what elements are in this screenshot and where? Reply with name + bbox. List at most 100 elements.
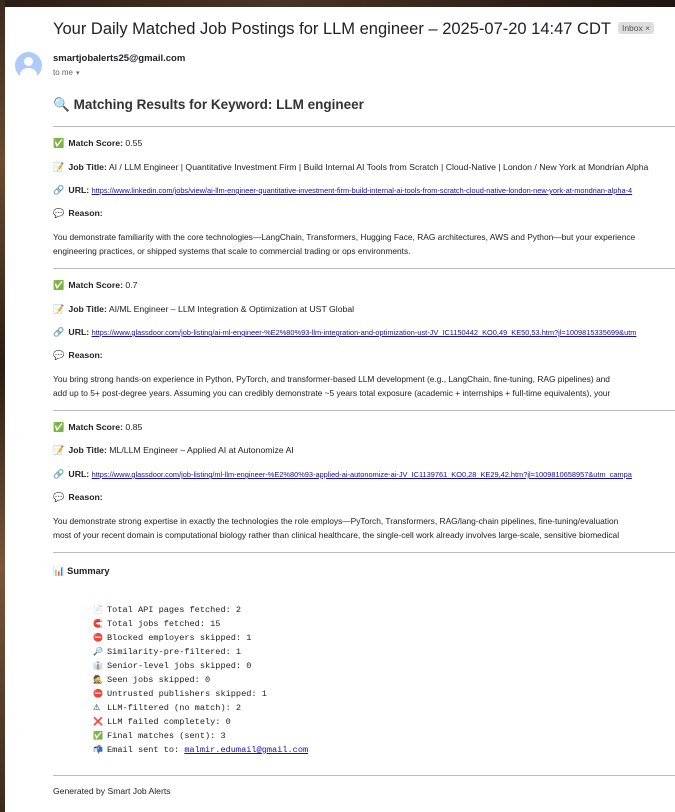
speech-bubble-icon: 💬 — [53, 350, 65, 360]
summary-item-text: Senior-level jobs skipped: 0 — [107, 661, 252, 671]
detective-icon: 🕵 — [93, 675, 103, 684]
reason-label: Reason: — [68, 208, 103, 218]
summary-item-text: LLM-filtered (no match): 2 — [107, 703, 242, 713]
job-url-link[interactable]: https://www.linkedin.com/jobs/view/ai-ll… — [92, 186, 633, 195]
reason-line: most of your recent domain is computatio… — [53, 530, 620, 540]
inbox-label-text: Inbox — [621, 22, 643, 33]
check-icon: ✅ — [93, 731, 103, 740]
divider — [53, 775, 675, 776]
match-score-label: Match Score: — [68, 138, 123, 148]
link-icon: 🔗 — [53, 469, 65, 479]
window-edge-left — [0, 0, 5, 812]
summary-item-text: LLM failed completely: 0 — [107, 717, 231, 727]
summary-item: ⛔ Blocked employers skipped: 1 — [93, 631, 308, 645]
summary-item: 🧲 Total jobs fetched: 15 — [93, 617, 308, 631]
url-label: URL: — [68, 185, 90, 195]
summary-item: 🔎 Similarity-pre-filtered: 1 — [93, 645, 308, 659]
summary-item-text: Untrusted publishers skipped: 1 — [107, 689, 267, 699]
link-icon: 🔗 — [53, 185, 65, 195]
magnifier-icon: 🔍 — [53, 97, 70, 112]
avatar-head-icon — [24, 57, 33, 66]
reason-label: Reason: — [68, 492, 103, 502]
job-title-value: ML/LLM Engineer – Applied AI at Autonomi… — [109, 445, 294, 455]
job-title-label: Job Title: — [68, 304, 107, 314]
job-title-row: 📝 Job Title: AI/ML Engineer – LLM Integr… — [53, 304, 354, 315]
reason-line: add up to 5+ post-degree years. Assuming… — [53, 388, 611, 398]
summary-item-text: Total API pages fetched: 2 — [107, 605, 242, 615]
subject-text: Your Daily Matched Job Postings for LLM … — [53, 20, 611, 38]
url-label: URL: — [68, 327, 90, 337]
match-score-value: 0.85 — [125, 422, 143, 432]
page-icon: 📄 — [93, 605, 103, 614]
reason-text: You demonstrate strong expertise in exac… — [53, 514, 619, 542]
mailbox-icon: 📬 — [93, 745, 103, 754]
window-edge-top — [0, 0, 675, 7]
speech-bubble-icon: 💬 — [53, 492, 65, 502]
close-icon[interactable]: × — [645, 23, 650, 33]
job-title-value: AI / LLM Engineer | Quantitative Investm… — [108, 162, 649, 172]
recipient-email-link[interactable]: malmir.edumail@gmail.com — [184, 745, 308, 755]
recipient-toggle[interactable]: to me ▾ — [53, 68, 80, 77]
divider — [53, 552, 675, 553]
summary-item: ❌ LLM failed completely: 0 — [93, 715, 308, 729]
summary-item: 👔 Senior-level jobs skipped: 0 — [93, 659, 308, 673]
bar-chart-icon: 📊 — [53, 566, 65, 576]
match-score-row: ✅ Match Score: 0.55 — [53, 138, 142, 149]
speech-bubble-icon: 💬 — [53, 208, 65, 218]
check-icon: ✅ — [53, 422, 65, 432]
memo-icon: 📝 — [53, 445, 65, 455]
summary-item-text: Final matches (sent): 3 — [107, 731, 226, 741]
summary-item: ⛔ Untrusted publishers skipped: 1 — [93, 687, 308, 701]
warning-icon: ⚠ — [93, 703, 101, 712]
url-label: URL: — [68, 469, 90, 479]
match-score-label: Match Score: — [68, 280, 123, 290]
reason-line: engineering practices, or shipped system… — [53, 246, 411, 256]
match-score-label: Match Score: — [68, 422, 123, 432]
divider — [53, 410, 675, 411]
summary-heading: 📊 Summary — [53, 566, 110, 577]
avatar-body-icon — [20, 68, 37, 79]
necktie-icon: 👔 — [93, 661, 103, 670]
summary-item-text: Similarity-pre-filtered: 1 — [107, 647, 242, 657]
reason-row: 💬 Reason: — [53, 492, 103, 503]
link-icon: 🔗 — [53, 327, 65, 337]
job-url-link[interactable]: https://www.glassdoor.com/job-listing/ai… — [92, 328, 637, 337]
url-row: 🔗 URL: https://www.linkedin.com/jobs/vie… — [53, 185, 632, 196]
check-icon: ✅ — [53, 280, 65, 290]
summary-item: ✅ Final matches (sent): 3 — [93, 729, 308, 743]
divider — [53, 268, 675, 269]
summary-list: 📄 Total API pages fetched: 2 🧲 Total jobs … — [93, 603, 308, 757]
inbox-label-chip[interactable]: Inbox × — [617, 21, 655, 34]
job-title-value: AI/ML Engineer – LLM Integration & Optim… — [108, 304, 355, 314]
summary-item-text: Seen jobs skipped: 0 — [107, 675, 211, 685]
reason-row: 💬 Reason: — [53, 208, 103, 219]
no-entry-icon: ⛔ — [93, 633, 103, 642]
magnet-icon: 🧲 — [93, 619, 103, 628]
chevron-down-icon[interactable]: ▾ — [76, 69, 80, 77]
memo-icon: 📝 — [53, 162, 65, 172]
match-score-row: ✅ Match Score: 0.7 — [53, 280, 137, 291]
match-score-value: 0.7 — [125, 280, 138, 290]
sender-address[interactable]: smartjobalerts25@gmail.com — [53, 53, 185, 64]
summary-item: 🕵 Seen jobs skipped: 0 — [93, 673, 308, 687]
job-url-link[interactable]: https://www.glassdoor.com/job-listing/ml… — [92, 470, 632, 479]
summary-item-text: Email sent to: — [107, 745, 185, 755]
job-title-row: 📝 Job Title: ML/LLM Engineer – Applied A… — [53, 445, 294, 456]
summary-item-text: Blocked employers skipped: 1 — [107, 633, 252, 643]
reason-text: You demonstrate familiarity with the cor… — [53, 230, 635, 258]
avatar[interactable] — [15, 52, 42, 79]
cross-icon: ❌ — [93, 717, 103, 726]
match-score-value: 0.55 — [125, 138, 143, 148]
email-subject: Your Daily Matched Job Postings for LLM … — [53, 20, 655, 39]
summary-item: 📄 Total API pages fetched: 2 — [93, 603, 308, 617]
job-title-row: 📝 Job Title: AI / LLM Engineer | Quantit… — [53, 162, 648, 173]
memo-icon: 📝 — [53, 304, 65, 314]
no-entry-icon: ⛔ — [93, 689, 103, 698]
job-title-label: Job Title: — [68, 162, 107, 172]
summary-item: 📬 Email sent to: malmir.edumail@gmail.com — [93, 743, 308, 757]
reason-line: You bring strong hands-on experience in … — [53, 374, 610, 384]
job-title-label: Job Title: — [68, 445, 107, 455]
reason-row: 💬 Reason: — [53, 350, 103, 361]
footer-text: Generated by Smart Job Alerts — [53, 786, 171, 796]
summary-item: ⚠ LLM-filtered (no match): 2 — [93, 701, 308, 715]
